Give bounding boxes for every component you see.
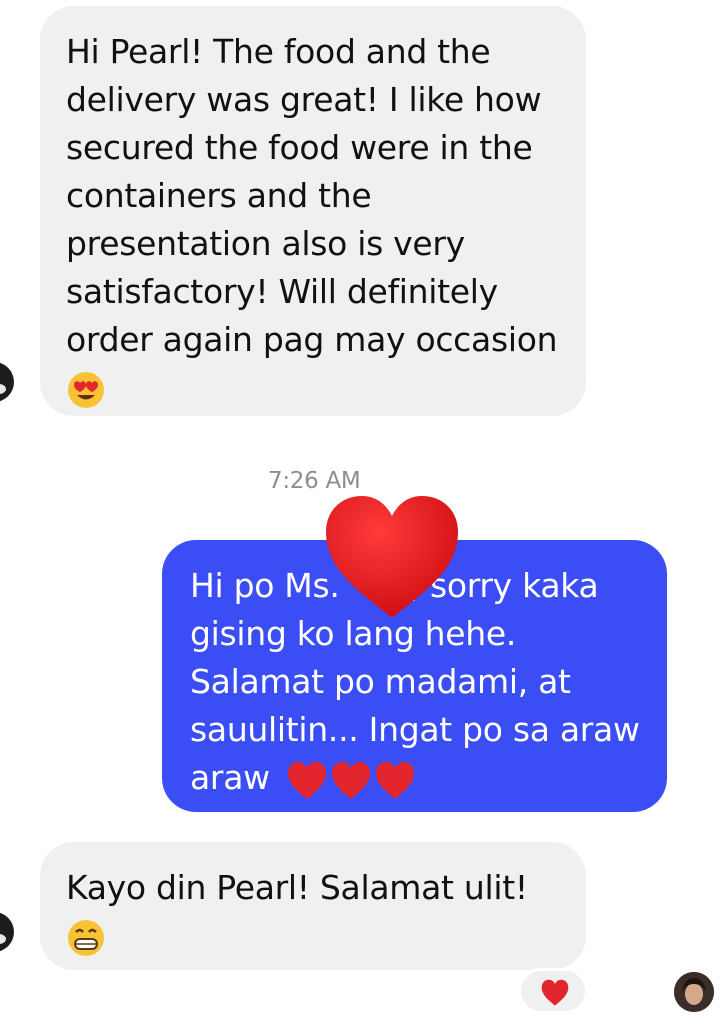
red-heart-icon <box>376 762 415 799</box>
read-receipt-avatar <box>674 972 714 1012</box>
heart-sticker-icon <box>326 496 458 618</box>
user-avatar-icon <box>674 972 714 1012</box>
contact-avatar[interactable] <box>0 912 14 952</box>
chat-thread: Hi Pearl! The food and the delivery was … <box>0 0 720 1028</box>
red-heart-icon <box>288 762 327 799</box>
red-heart-icon <box>332 762 371 799</box>
timestamp: 7:26 AM <box>268 468 361 494</box>
message-text-start: Hi po Ms. <box>190 566 340 605</box>
grinning-face-emoji-icon <box>68 920 104 956</box>
incoming-message-bubble[interactable]: Kayo din Pearl! Salamat ulit! <box>40 842 586 970</box>
heart-emoji-group <box>286 756 416 799</box>
incoming-message-bubble[interactable]: Hi Pearl! The food and the delivery was … <box>40 6 586 416</box>
heart-eyes-emoji-icon <box>68 372 104 408</box>
contact-avatar[interactable] <box>0 362 14 402</box>
red-heart-icon <box>541 979 569 1006</box>
message-text: Kayo din Pearl! Salamat ulit! <box>66 868 528 907</box>
message-reaction[interactable] <box>518 968 588 1014</box>
message-text: Hi Pearl! The food and the delivery was … <box>66 32 558 359</box>
